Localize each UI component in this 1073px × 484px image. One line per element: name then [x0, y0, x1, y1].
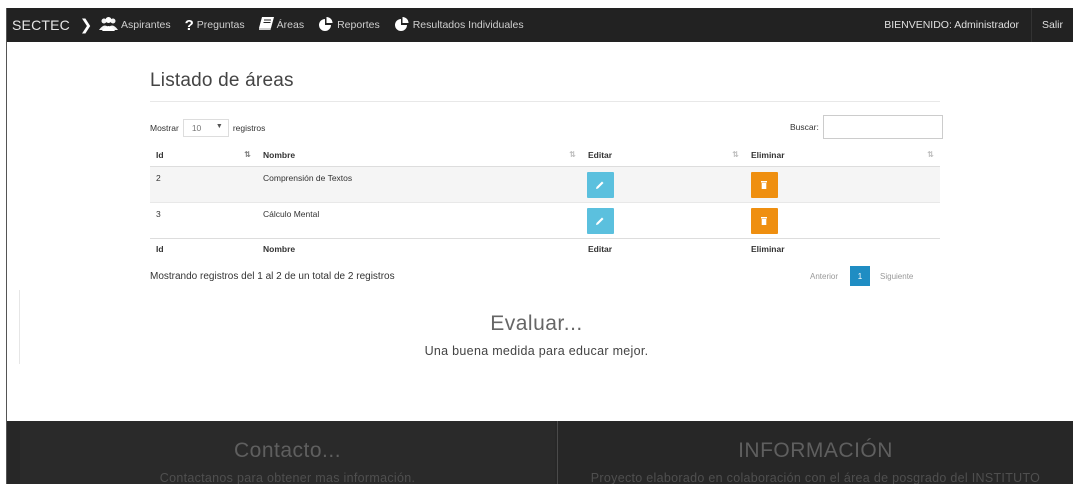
pagination-previous[interactable]: Anterior [810, 272, 838, 281]
pencil-icon [596, 217, 604, 225]
trash-icon [761, 180, 767, 189]
page-title: Listado de áreas [150, 70, 294, 91]
edit-button[interactable] [587, 171, 614, 198]
pagination-page-current[interactable]: 1 [850, 266, 871, 286]
column-header-id[interactable]: Id ⇅ [150, 144, 257, 167]
eval-subheading: Una buena medida para educar mejor. [424, 344, 649, 358]
footer-info-text: Proyecto elaborado en colaboración con e… [590, 471, 1041, 484]
areas-table: Id ⇅ Nombre ⇅ Editar ⇅ Eliminar ⇅ 2 Comprens… [150, 144, 940, 260]
pencil-icon [596, 181, 604, 189]
pagination: Anterior 1 Siguiente [810, 266, 913, 286]
column-footer-editar: Editar [582, 237, 745, 260]
nav-item-label: Reportes [337, 19, 380, 31]
nav-item-areas[interactable]: Áreas [258, 8, 305, 42]
cell-name: Cálculo Mental [257, 201, 582, 238]
book-icon [258, 17, 274, 33]
trash-icon [761, 216, 767, 225]
cell-name: Comprensión de Textos [257, 165, 582, 202]
sort-icon: ⇅ [732, 150, 739, 159]
title-divider [150, 101, 940, 102]
nav-item-preguntas[interactable]: ? Preguntas [185, 8, 245, 42]
length-suffix-label: registros [232, 123, 266, 133]
navbar-right: BIENVENIDO: Administrador Salir [872, 8, 1073, 42]
cell-edit [582, 201, 745, 238]
eval-heading: Evaluar... [490, 312, 583, 335]
search-control: Buscar: [790, 115, 943, 139]
logout-link[interactable]: Salir [1030, 8, 1073, 42]
sort-icon: ⇅ [569, 150, 576, 159]
column-header-editar[interactable]: Editar ⇅ [582, 144, 745, 167]
nav-item-label: Preguntas [196, 19, 245, 31]
cell-edit [582, 165, 745, 202]
table-row: 3 Cálculo Mental [150, 201, 940, 238]
footer-contact: Contacto... Contactanos para obtener mas… [20, 421, 555, 484]
cell-id: 2 [150, 165, 257, 202]
top-navbar: SECTEC ❯ Aspirantes ? Preguntas Áreas Re… [7, 8, 1073, 42]
page-length-value: 10 [191, 123, 202, 133]
welcome-text: BIENVENIDO: Administrador [884, 19, 1019, 31]
column-footer-id: Id [150, 237, 257, 260]
length-prefix-label: Mostrar [150, 123, 179, 133]
users-icon [99, 16, 118, 34]
footer-info-heading: INFORMACIÓN [738, 439, 893, 462]
pagination-next[interactable]: Siguiente [880, 272, 913, 281]
caret-down-icon: ▼ [215, 123, 223, 130]
pie-chart-icon [394, 16, 410, 34]
nav-item-reportes[interactable]: Reportes [318, 8, 380, 42]
cell-id: 3 [150, 201, 257, 238]
chevron-right-icon[interactable]: ❯ [73, 16, 99, 34]
delete-button[interactable] [751, 171, 778, 198]
table-header-row: Id ⇅ Nombre ⇅ Editar ⇅ Eliminar ⇅ [150, 144, 940, 167]
nav-item-label: Resultados Individuales [412, 19, 524, 31]
footer-contact-text: Contactanos para obtener mas información… [159, 471, 416, 484]
nav-item-label: Áreas [276, 19, 305, 31]
search-input[interactable] [822, 115, 943, 139]
table-footer-row: Id Nombre Editar Eliminar [150, 237, 940, 260]
question-icon: ? [184, 16, 194, 34]
column-footer-eliminar: Eliminar [745, 237, 940, 260]
page-length-select[interactable]: 10 ▼ [182, 119, 229, 137]
page-frame-border [6, 8, 7, 484]
nav-item-resultados[interactable]: Resultados Individuales [394, 8, 524, 42]
edit-button[interactable] [587, 207, 614, 234]
nav-item-label: Aspirantes [121, 19, 171, 31]
footer-info: INFORMACIÓN Proyecto elaborado en colabo… [557, 421, 1073, 484]
cell-delete [745, 165, 940, 202]
nav-item-aspirantes[interactable]: Aspirantes [99, 8, 171, 42]
cell-delete [745, 201, 940, 238]
table-info: Mostrando registros del 1 al 2 de un tot… [150, 271, 395, 282]
sort-asc-icon: ⇅ [244, 150, 251, 159]
table-row: 2 Comprensión de Textos [150, 165, 940, 202]
page-length-control: Mostrar 10 ▼ registros [150, 119, 265, 137]
column-header-nombre[interactable]: Nombre ⇅ [257, 144, 582, 167]
pie-chart-icon [318, 16, 334, 34]
column-footer-nombre: Nombre [257, 237, 582, 260]
delete-button[interactable] [751, 207, 778, 234]
sort-icon: ⇅ [927, 150, 934, 159]
footer-contact-heading: Contacto... [233, 439, 342, 462]
brand-logo[interactable]: SECTEC [7, 17, 73, 33]
column-header-eliminar[interactable]: Eliminar ⇅ [745, 144, 940, 167]
footer: Contacto... Contactanos para obtener mas… [7, 421, 1073, 484]
search-label: Buscar: [790, 122, 819, 132]
